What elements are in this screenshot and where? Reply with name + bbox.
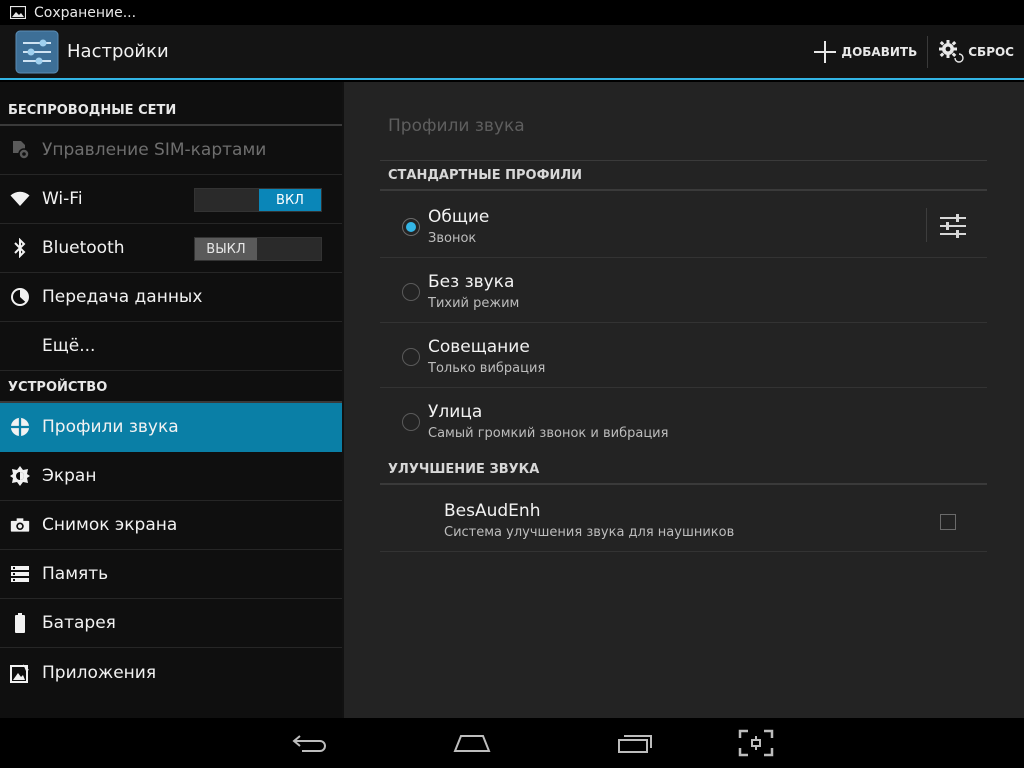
screenshot-frame-icon — [738, 729, 774, 757]
home-button[interactable] — [450, 728, 494, 758]
profile-radio-meeting[interactable] — [402, 348, 420, 366]
profile-subtitle: Самый громкий звонок и вибрация — [428, 426, 669, 441]
image-icon — [10, 6, 26, 19]
display-brightness-icon — [10, 466, 30, 486]
apps-icon — [10, 663, 30, 683]
reset-button-label: СБРОС — [968, 44, 1014, 59]
enhancement-checkbox[interactable] — [940, 514, 956, 530]
section-header-device: УСТРОЙСТВО — [0, 371, 342, 403]
sidebar-item-label: Управление SIM-картами — [42, 140, 267, 160]
bluetooth-toggle[interactable]: ВЫКЛ — [194, 237, 322, 261]
recent-apps-icon — [618, 735, 652, 753]
sidebar-item-label: Передача данных — [42, 287, 203, 307]
sim-settings-icon — [10, 140, 30, 160]
settings-app-icon[interactable] — [15, 30, 59, 74]
home-icon — [453, 735, 491, 752]
section-header-sound-enhancement: УЛУЧШЕНИЕ ЗВУКА — [380, 455, 987, 485]
profile-subtitle: Тихий режим — [428, 296, 520, 311]
add-button-label: ДОБАВИТЬ — [841, 44, 918, 59]
wifi-icon — [10, 189, 30, 209]
sidebar-item-sim-management[interactable]: Управление SIM-картами — [0, 126, 342, 175]
sidebar-item-label: Профили звука — [42, 417, 179, 437]
screenshot-button[interactable] — [734, 728, 778, 758]
sidebar-item-label: Приложения — [42, 662, 157, 683]
settings-sidebar: БЕСПРОВОДНЫЕ СЕТИ Управление SIM-картами… — [0, 82, 342, 718]
sidebar-item-data-usage[interactable]: Передача данных — [0, 273, 342, 322]
bluetooth-toggle-state: ВЫКЛ — [195, 238, 257, 260]
sidebar-item-battery[interactable]: Батарея — [0, 599, 342, 648]
profile-subtitle: Звонок — [428, 231, 477, 246]
profile-title: Общие — [428, 207, 490, 227]
profile-title: Без звука — [428, 272, 515, 292]
sidebar-item-more[interactable]: Ещё... — [0, 322, 342, 371]
sidebar-item-apps[interactable]: Приложения — [0, 648, 342, 697]
profile-radio-general[interactable] — [402, 218, 420, 236]
sidebar-item-screenshot[interactable]: Снимок экрана — [0, 501, 342, 550]
enhancement-title: BesAudEnh — [444, 501, 541, 521]
section-header-standard-profiles: СТАНДАРТНЫЕ ПРОФИЛИ — [380, 161, 987, 191]
add-button[interactable]: ДОБАВИТЬ — [803, 25, 927, 78]
profile-settings-sliders-icon[interactable] — [938, 213, 968, 239]
sidebar-item-display[interactable]: Экран — [0, 452, 342, 501]
sidebar-item-label: Wi-Fi — [42, 189, 83, 209]
app-title: Настройки — [67, 41, 169, 62]
camera-icon — [10, 515, 30, 535]
profile-row-silent[interactable]: Без звука Тихий режим — [380, 258, 987, 323]
battery-icon — [10, 613, 30, 633]
sidebar-item-label: Ещё... — [42, 336, 96, 356]
reset-button[interactable]: СБРОС — [928, 25, 1024, 78]
back-button[interactable] — [288, 728, 332, 758]
audio-profiles-icon — [10, 417, 30, 437]
page-title: Профили звука — [388, 116, 525, 136]
data-usage-icon — [10, 287, 30, 307]
profile-radio-silent[interactable] — [402, 283, 420, 301]
profile-row-outdoor[interactable]: Улица Самый громкий звонок и вибрация — [380, 388, 987, 453]
bluetooth-icon — [10, 238, 30, 258]
profile-subtitle: Только вибрация — [428, 361, 546, 376]
status-bar: Сохранение... — [0, 0, 1024, 25]
sidebar-item-audio-profiles[interactable]: Профили звука — [0, 403, 342, 452]
profile-title: Совещание — [428, 337, 530, 357]
status-notification-text: Сохранение... — [34, 4, 137, 21]
sidebar-item-label: Память — [42, 564, 109, 584]
profile-row-general[interactable]: Общие Звонок — [380, 193, 987, 258]
profile-title: Улица — [428, 402, 483, 422]
sidebar-item-storage[interactable]: Память — [0, 550, 342, 599]
wifi-toggle[interactable]: ВКЛ — [194, 188, 322, 212]
sidebar-item-wifi[interactable]: Wi-Fi ВКЛ — [0, 175, 342, 224]
gear-reset-icon — [939, 39, 964, 63]
profile-row-meeting[interactable]: Совещание Только вибрация — [380, 323, 987, 388]
sidebar-item-bluetooth[interactable]: Bluetooth ВЫКЛ — [0, 224, 342, 273]
enhancement-row-besaudenh[interactable]: BesAudEnh Система улучшения звука для на… — [380, 487, 987, 552]
sidebar-item-label: Батарея — [42, 613, 116, 633]
wifi-toggle-state: ВКЛ — [259, 189, 321, 211]
audio-profiles-panel: Профили звука СТАНДАРТНЫЕ ПРОФИЛИ Общие … — [342, 82, 1024, 718]
action-bar: Настройки ДОБАВИТЬ СБРОС — [0, 25, 1024, 80]
row-divider — [926, 208, 927, 242]
section-header-wireless: БЕСПРОВОДНЫЕ СЕТИ — [0, 82, 342, 126]
sidebar-item-label: Снимок экрана — [42, 515, 178, 535]
back-icon — [292, 735, 326, 752]
plus-icon — [814, 40, 837, 63]
recent-apps-button[interactable] — [613, 728, 657, 758]
storage-icon — [10, 564, 30, 584]
sidebar-item-label: Экран — [42, 466, 97, 486]
sidebar-item-label: Bluetooth — [42, 238, 125, 258]
enhancement-subtitle: Система улучшения звука для наушников — [444, 525, 735, 540]
navigation-bar — [0, 718, 1024, 768]
profile-radio-outdoor[interactable] — [402, 413, 420, 431]
